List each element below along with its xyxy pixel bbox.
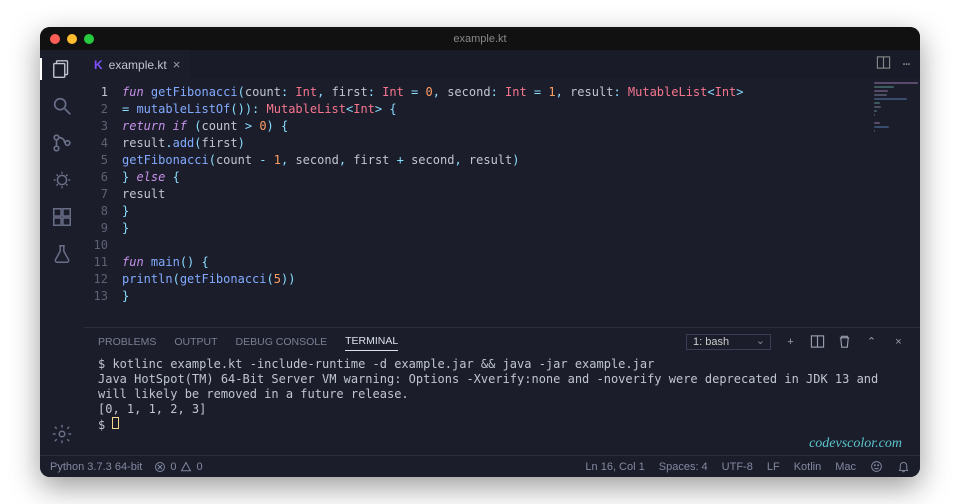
- main-area: K example.kt × ⋯ 12345678910111213 fun g…: [40, 50, 920, 455]
- panel-tabs: PROBLEMS OUTPUT DEBUG CONSOLE TERMINAL 1…: [84, 328, 920, 353]
- extensions-icon[interactable]: [51, 206, 73, 228]
- settings-icon[interactable]: [51, 423, 73, 445]
- bottom-panel: PROBLEMS OUTPUT DEBUG CONSOLE TERMINAL 1…: [84, 327, 920, 455]
- status-cursor[interactable]: Ln 16, Col 1: [585, 461, 644, 473]
- titlebar: example.kt: [40, 27, 920, 50]
- terminal-body[interactable]: $ kotlinc example.kt -include-runtime -d…: [84, 353, 920, 455]
- explorer-icon[interactable]: [51, 58, 73, 80]
- kotlin-file-icon: K: [94, 58, 103, 72]
- split-terminal-icon[interactable]: [810, 334, 825, 349]
- status-problems[interactable]: 0 0: [154, 461, 202, 473]
- close-window-button[interactable]: [50, 34, 60, 44]
- minimap[interactable]: [872, 78, 920, 327]
- status-os[interactable]: Mac: [835, 461, 856, 473]
- app-window: example.kt: [40, 27, 920, 477]
- new-terminal-icon[interactable]: +: [783, 334, 798, 349]
- search-icon[interactable]: [51, 95, 73, 117]
- window-controls: [50, 34, 94, 44]
- editor-area: 12345678910111213 fun getFibonacci(count…: [84, 78, 920, 327]
- watermark: codevscolor.com: [809, 436, 902, 451]
- close-panel-icon[interactable]: ×: [891, 334, 906, 349]
- panel-tab-problems[interactable]: PROBLEMS: [98, 333, 156, 351]
- split-editor-icon[interactable]: [876, 55, 891, 73]
- minimize-window-button[interactable]: [67, 34, 77, 44]
- status-spaces[interactable]: Spaces: 4: [659, 461, 708, 473]
- status-python[interactable]: Python 3.7.3 64-bit: [50, 461, 142, 473]
- status-eol[interactable]: LF: [767, 461, 780, 473]
- content-area: K example.kt × ⋯ 12345678910111213 fun g…: [84, 50, 920, 455]
- panel-tab-debug[interactable]: DEBUG CONSOLE: [236, 333, 328, 351]
- code-body[interactable]: fun getFibonacci(count: Int, first: Int …: [122, 78, 872, 327]
- code-editor[interactable]: 12345678910111213 fun getFibonacci(count…: [84, 78, 872, 327]
- test-icon[interactable]: [51, 243, 73, 265]
- maximize-window-button[interactable]: [84, 34, 94, 44]
- source-control-icon[interactable]: [51, 132, 73, 154]
- debug-icon[interactable]: [51, 169, 73, 191]
- status-feedback-icon[interactable]: [870, 460, 883, 473]
- tab-example-kt[interactable]: K example.kt ×: [84, 50, 190, 78]
- more-actions-icon[interactable]: ⋯: [903, 57, 910, 71]
- terminal-shell-select[interactable]: 1: bash: [686, 334, 771, 350]
- panel-tab-output[interactable]: OUTPUT: [174, 333, 217, 351]
- panel-tab-terminal[interactable]: TERMINAL: [345, 332, 398, 351]
- tab-bar: K example.kt × ⋯: [84, 50, 920, 78]
- maximize-panel-icon[interactable]: ⌃: [864, 334, 879, 349]
- kill-terminal-icon[interactable]: [837, 334, 852, 349]
- tab-filename: example.kt: [109, 58, 167, 72]
- activity-bar: [40, 50, 84, 455]
- close-tab-icon[interactable]: ×: [173, 57, 181, 72]
- status-bar: Python 3.7.3 64-bit 0 0 Ln 16, Col 1 Spa…: [40, 455, 920, 477]
- window-title: example.kt: [453, 33, 506, 45]
- status-bell-icon[interactable]: [897, 460, 910, 473]
- line-numbers: 12345678910111213: [84, 78, 122, 327]
- status-encoding[interactable]: UTF-8: [722, 461, 753, 473]
- status-lang[interactable]: Kotlin: [794, 461, 822, 473]
